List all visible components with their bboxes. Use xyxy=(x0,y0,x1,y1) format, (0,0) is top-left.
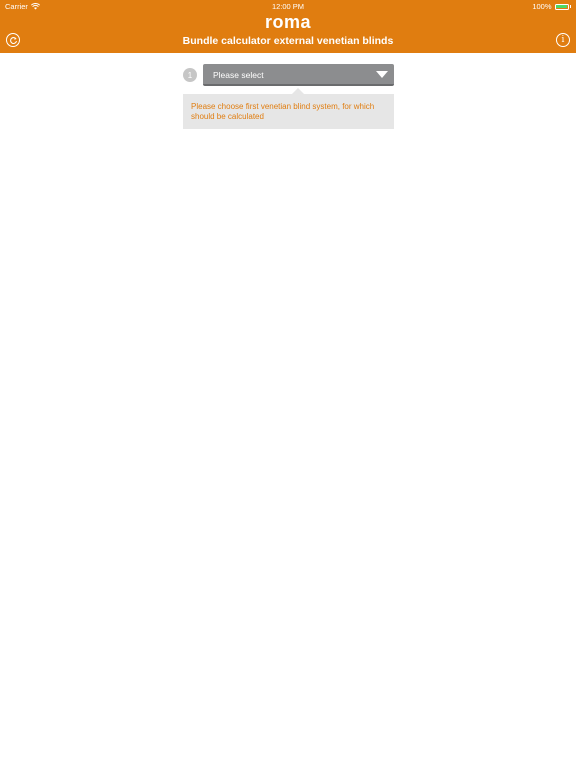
chevron-down-icon xyxy=(376,71,388,78)
app-logo: roma xyxy=(264,12,311,32)
battery-percent: 100% xyxy=(532,2,552,11)
app-header: Carrier 12:00 PM 100% roma Bundle calcul… xyxy=(0,0,576,53)
status-time: 12:00 PM xyxy=(271,2,305,11)
battery-tip xyxy=(569,5,571,8)
select-placeholder: Please select xyxy=(213,70,264,80)
info-icon: i xyxy=(561,35,565,45)
info-button[interactable]: i xyxy=(556,33,570,47)
page-title: Bundle calculator external venetian blin… xyxy=(182,35,394,47)
battery-icon xyxy=(554,3,569,10)
status-bar: Carrier 12:00 PM 100% xyxy=(0,0,576,12)
step-number-badge: 1 xyxy=(183,68,197,82)
status-right: 100% xyxy=(532,2,571,11)
hint-text: Please choose first venetian blind syste… xyxy=(191,102,375,121)
battery-fill xyxy=(556,5,567,8)
hint-message: Please choose first venetian blind syste… xyxy=(183,94,394,129)
system-select-dropdown[interactable]: Please select xyxy=(203,64,394,86)
